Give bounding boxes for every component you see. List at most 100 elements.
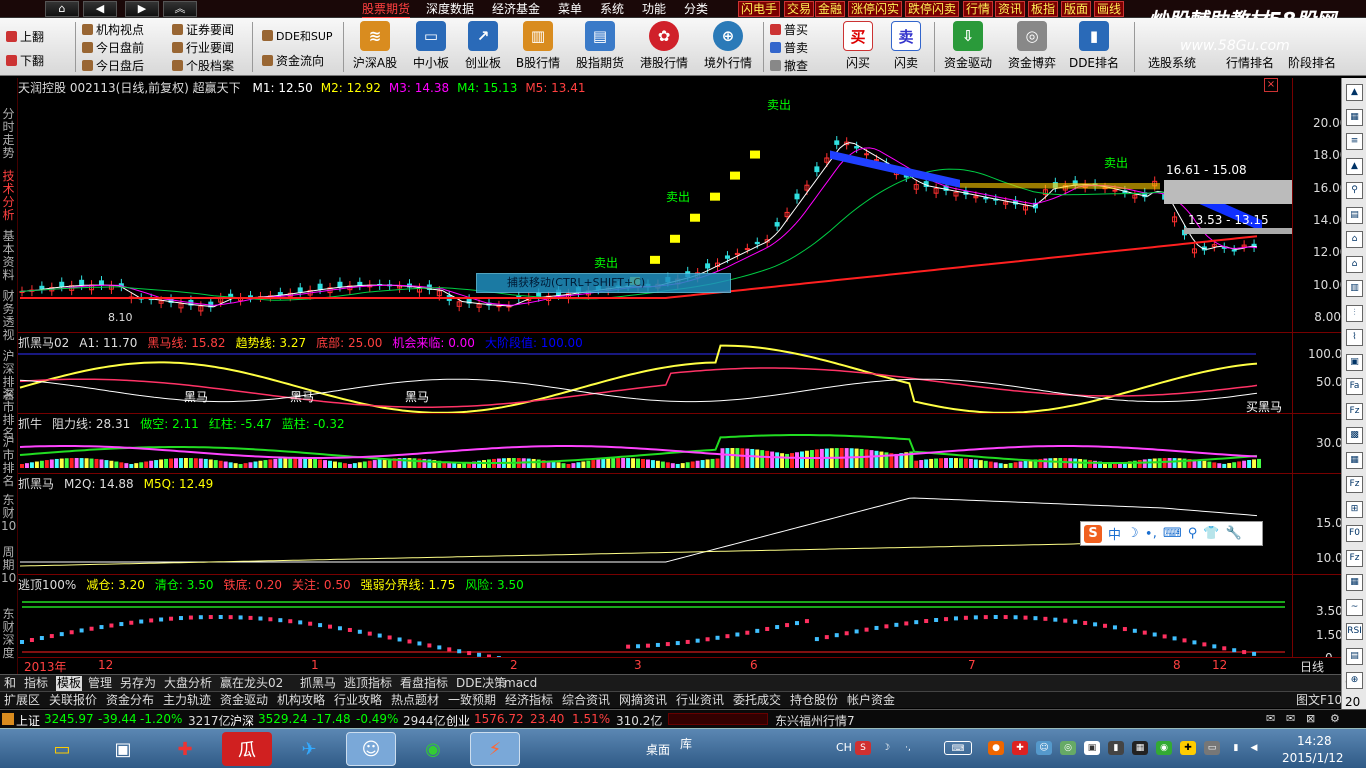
toolbar-icon[interactable]: ▦ [1346, 451, 1363, 469]
toolbar-icon[interactable]: ▤ [1346, 647, 1363, 665]
tab-limit-up[interactable]: 涨停闪实 [848, 1, 903, 17]
gem-board-button[interactable]: ↗ 创业板 [460, 21, 506, 75]
tab-资金分布[interactable]: 资金分布 [106, 693, 154, 708]
dot-tray-icon[interactable]: ·, [900, 741, 916, 755]
toolbar-icon[interactable]: Fa [1346, 378, 1363, 395]
menu-stocks-futures[interactable]: 股票期货 [362, 1, 411, 19]
hk-stocks-button[interactable]: ✿ 港股行情 [636, 21, 692, 75]
pre-market-button[interactable]: 今日盘前 [82, 39, 144, 57]
index-futures-button[interactable]: ▤ 股指期货 [572, 21, 628, 75]
toolbar-icon[interactable]: ▣ [1346, 353, 1363, 371]
menu-category[interactable]: 分类 [684, 1, 708, 17]
sogou-tray-icon[interactable]: S [855, 741, 871, 755]
clock-time[interactable]: 14:28 [1297, 734, 1332, 748]
flash-buy-button[interactable]: 买闪买 [836, 21, 880, 75]
toolbar-icon[interactable]: ⌂ [1346, 255, 1363, 273]
app-icon[interactable]: ▣ [98, 732, 148, 766]
tab-热点题材[interactable]: 热点题材 [391, 693, 439, 708]
page-down-button[interactable]: 下翻 [6, 52, 44, 70]
tray-icon[interactable]: ☺ [1036, 741, 1052, 755]
toolbar-icon[interactable]: ▥ [1346, 280, 1363, 297]
post-market-button[interactable]: 今日盘后 [82, 57, 144, 75]
normal-buy-button[interactable]: 普买 [770, 21, 808, 39]
toolbar-icon[interactable]: Fz [1346, 402, 1363, 420]
moon-icon[interactable]: ☽ [1127, 526, 1139, 541]
skin-icon[interactable]: 👕 [1203, 526, 1219, 541]
volume-icon[interactable]: ◀ [1246, 741, 1262, 755]
toolbar-icon[interactable]: ≡ [1346, 133, 1363, 150]
toolbar-icon[interactable]: ⌂ [1346, 231, 1363, 248]
tab-和[interactable]: 和 [4, 676, 16, 691]
mail-icon[interactable]: ✉ [1286, 712, 1295, 725]
tab-扩展区[interactable]: 扩展区 [4, 693, 40, 708]
toolbar-icon[interactable]: ⫶ [1346, 304, 1363, 322]
sme-board-button[interactable]: ▭ 中小板 [408, 21, 454, 75]
desktop-label[interactable]: 桌面 [646, 741, 670, 758]
tray-icon[interactable]: ▭ [1204, 741, 1220, 755]
tray-icon[interactable]: ✚ [1180, 741, 1196, 755]
lang-label[interactable]: CH [836, 741, 852, 754]
gift-icon[interactable]: ✚ [160, 732, 210, 766]
page-up-button[interactable]: 上翻 [6, 28, 44, 46]
home-icon[interactable]: ⌂ [45, 1, 79, 17]
tab-quotes[interactable]: 行情 [963, 1, 994, 17]
tray-icon[interactable]: ▣ [1084, 741, 1100, 755]
tab-行业攻略[interactable]: 行业攻略 [334, 693, 382, 708]
library-label[interactable]: 库 [680, 735, 692, 752]
menu-depth-data[interactable]: 深度数据 [426, 1, 474, 17]
chat-icon[interactable]: ☺ [346, 732, 396, 766]
keyboard-tray-icon[interactable]: ⌨ [944, 741, 972, 755]
signal-icon[interactable]: ▮ [1228, 741, 1244, 755]
tab-大盘分析[interactable]: 大盘分析 [164, 676, 212, 691]
ime-toolbar[interactable]: S 中 ☽ ∙, ⌨ ⚲ 👕 🔧 [1080, 521, 1263, 546]
melon-icon[interactable]: 瓜 [222, 732, 272, 766]
toolbar-icon[interactable]: ⚲ [1346, 182, 1363, 199]
mail-icon[interactable]: ✉ [1266, 712, 1275, 725]
tab-资金驱动[interactable]: 资金驱动 [220, 693, 268, 708]
tab-行业资讯[interactable]: 行业资讯 [676, 693, 724, 708]
tab-DDE决策[interactable]: DDE决策 [456, 676, 506, 691]
tab-看盘指标[interactable]: 看盘指标 [400, 676, 448, 691]
punct-icon[interactable]: ∙, [1145, 526, 1157, 541]
toolbar-icon[interactable]: Fz [1346, 549, 1363, 567]
sogou-icon[interactable]: S [1084, 524, 1102, 543]
toolbar-icon[interactable]: ▲ [1346, 84, 1363, 101]
toolbar-icon[interactable]: Fz [1346, 476, 1363, 493]
tab-模板[interactable]: 模板 [56, 676, 83, 691]
sh-sz-a-button[interactable]: ≋ 沪深A股 [350, 21, 400, 75]
cancel-query-button[interactable]: 撤查 [770, 57, 808, 75]
user-icon[interactable]: ⚲ [1188, 526, 1198, 541]
tab-持仓股份[interactable]: 持仓股份 [790, 693, 838, 708]
tray-icon[interactable]: ◎ [1060, 741, 1076, 755]
toolbar-icon[interactable]: F0 [1346, 525, 1363, 542]
period-rank-button[interactable]: 阶段排名 [1284, 21, 1340, 75]
tab-另存为[interactable]: 另存为 [120, 676, 156, 691]
forward-icon[interactable]: ▶ [125, 1, 159, 17]
tab-board-index[interactable]: 板指 [1028, 1, 1059, 17]
collapse-icon[interactable]: ︽ [163, 1, 197, 17]
tab-macd[interactable]: macd [504, 676, 537, 691]
tab-limit-down[interactable]: 跌停闪卖 [905, 1, 960, 17]
dde-rank-button[interactable]: ▮ DDE排名 [1066, 21, 1122, 75]
stock-app-icon[interactable]: ⚡ [470, 732, 520, 766]
tab-经济指标[interactable]: 经济指标 [505, 693, 553, 708]
normal-sell-button[interactable]: 普卖 [770, 39, 808, 57]
toolbar-icon[interactable]: RSI [1346, 623, 1363, 640]
menu-menu[interactable]: 菜单 [558, 1, 582, 17]
right-number[interactable]: 20 [1345, 695, 1360, 709]
tray-icon[interactable]: ✚ [1012, 741, 1028, 755]
tab-draw-line[interactable]: 画线 [1094, 1, 1125, 17]
close-icon[interactable]: × [1264, 78, 1278, 92]
industry-news-button[interactable]: 行业要闻 [172, 39, 234, 57]
ime-mode[interactable]: 中 [1108, 524, 1121, 543]
toolbar-icon[interactable]: ⌇ [1346, 329, 1363, 346]
menu-system[interactable]: 系统 [600, 1, 624, 17]
toolbar-icon[interactable]: ▤ [1346, 206, 1363, 224]
period-label[interactable]: 日线 [1300, 658, 1324, 675]
toolbar-icon[interactable]: ⊕ [1346, 672, 1363, 689]
tab-管理[interactable]: 管理 [88, 676, 112, 691]
browser-icon[interactable]: ◉ [408, 732, 458, 766]
tab-主力轨迹[interactable]: 主力轨迹 [163, 693, 211, 708]
tab-一致预期[interactable]: 一致预期 [448, 693, 496, 708]
tab-f10[interactable]: 图文F10 [1296, 693, 1342, 708]
